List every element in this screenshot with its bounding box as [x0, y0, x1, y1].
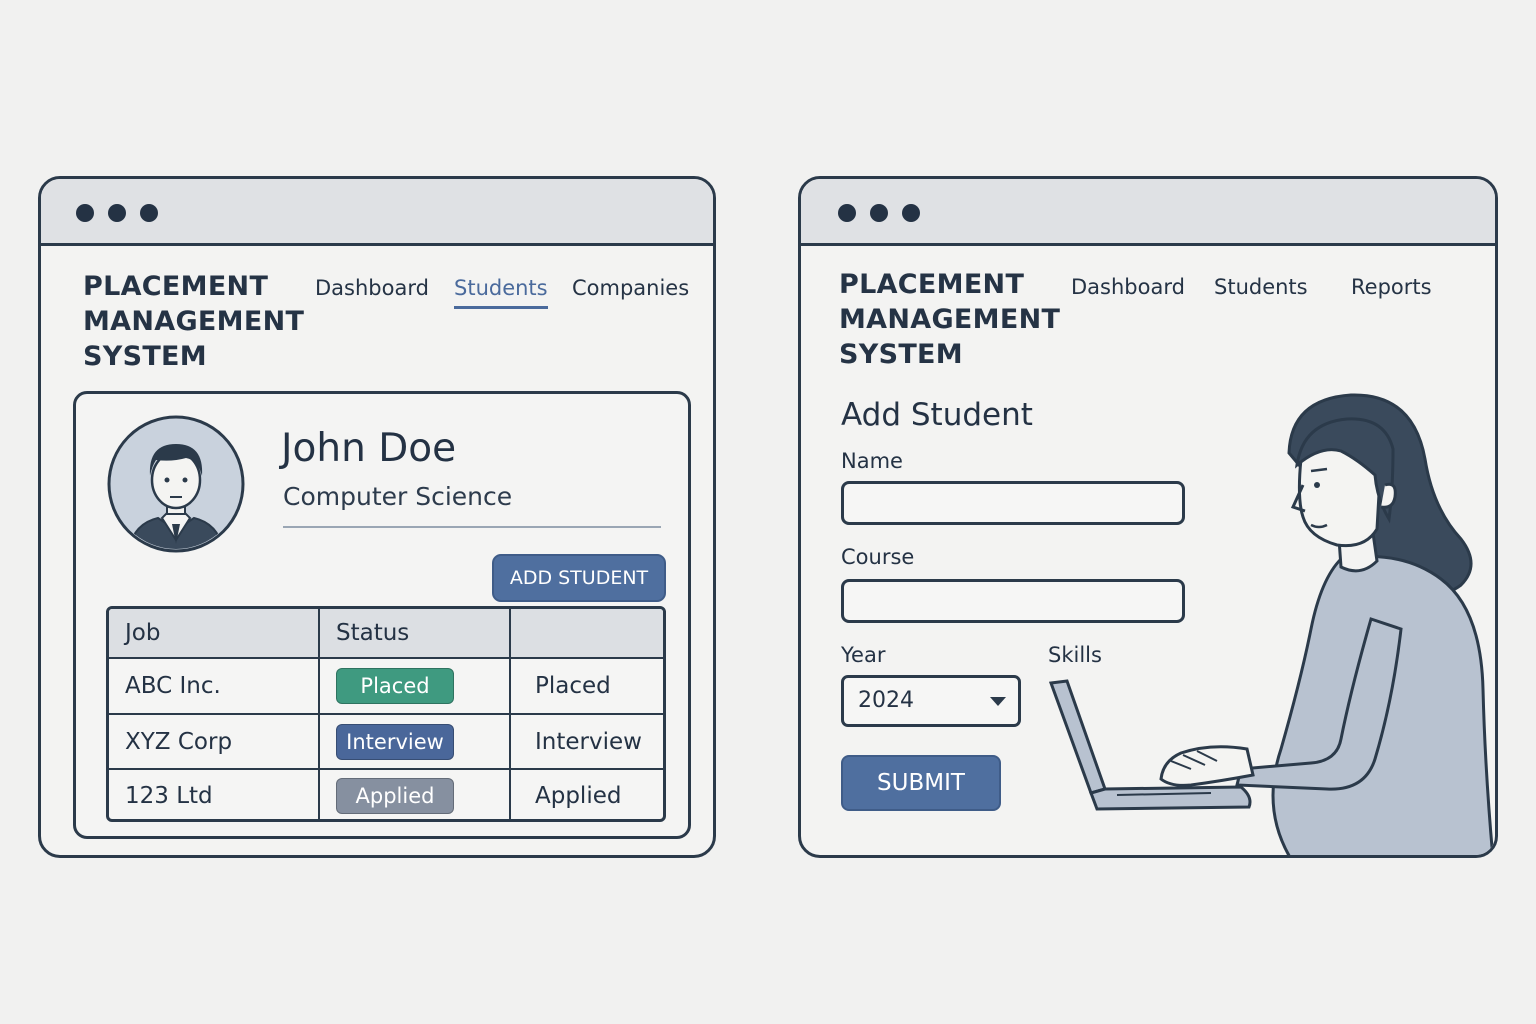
name-label: Name	[841, 449, 903, 473]
badge-cell: Placed	[320, 659, 511, 713]
window-control-dot[interactable]	[76, 204, 94, 222]
nav-dashboard[interactable]: Dashboard	[315, 276, 429, 300]
woman-at-laptop-illustration	[1048, 393, 1495, 855]
table-row[interactable]: 123 Ltd Applied Applied	[109, 770, 663, 819]
window-titlebar	[801, 179, 1495, 246]
table-header-row: Job Status	[109, 609, 663, 659]
form-title: Add Student	[841, 397, 1033, 433]
status-badge-interview: Interview	[336, 723, 454, 760]
badge-cell: Applied	[320, 770, 511, 819]
student-course: Computer Science	[283, 482, 513, 511]
column-header-blank	[511, 609, 663, 657]
student-name: John Doe	[281, 426, 457, 471]
divider	[283, 526, 661, 528]
app-brand: PLACEMENT MANAGEMENT SYSTEM	[839, 269, 1061, 370]
add-student-window: PLACEMENT MANAGEMENT SYSTEM Dashboard St…	[798, 176, 1498, 858]
job-cell: 123 Ltd	[109, 770, 320, 819]
nav-students[interactable]: Students	[1214, 275, 1308, 299]
nav-companies[interactable]: Companies	[572, 276, 689, 300]
window-control-dot[interactable]	[140, 204, 158, 222]
window-titlebar	[41, 179, 713, 246]
status-badge-applied: Applied	[336, 778, 454, 814]
submit-button[interactable]: SUBMIT	[841, 755, 1001, 811]
window-control-dot[interactable]	[902, 204, 920, 222]
job-cell: XYZ Corp	[109, 715, 320, 768]
column-header-job: Job	[109, 609, 320, 657]
nav-dashboard[interactable]: Dashboard	[1071, 275, 1185, 299]
year-select[interactable]: 2024	[841, 675, 1021, 727]
status-cell: Applied	[535, 783, 622, 809]
placement-table: Job Status ABC Inc. Placed Placed XYZ Co…	[106, 606, 666, 822]
status-cell: Interview	[535, 728, 642, 755]
status-badge-placed: Placed	[336, 668, 454, 704]
year-label: Year	[841, 643, 886, 667]
avatar	[107, 415, 245, 553]
student-profile-card: John Doe Computer Science ADD STUDENT Jo…	[73, 391, 691, 839]
app-brand: PLACEMENT MANAGEMENT SYSTEM	[83, 271, 305, 372]
job-cell: ABC Inc.	[109, 659, 320, 713]
badge-cell: Interview	[320, 715, 511, 768]
column-header-status: Status	[320, 609, 511, 657]
table-row[interactable]: XYZ Corp Interview Interview	[109, 715, 663, 770]
nav-students[interactable]: Students	[454, 276, 548, 309]
window-control-dot[interactable]	[870, 204, 888, 222]
year-value: 2024	[858, 688, 914, 713]
status-cell: Placed	[535, 673, 611, 699]
nav-reports[interactable]: Reports	[1351, 275, 1432, 299]
window-control-dot[interactable]	[838, 204, 856, 222]
students-window: PLACEMENT MANAGEMENT SYSTEM Dashboard St…	[38, 176, 716, 858]
window-control-dot[interactable]	[108, 204, 126, 222]
chevron-down-icon	[990, 697, 1006, 706]
table-row[interactable]: ABC Inc. Placed Placed	[109, 659, 663, 715]
course-label: Course	[841, 545, 915, 569]
add-student-button[interactable]: ADD STUDENT	[492, 554, 666, 602]
